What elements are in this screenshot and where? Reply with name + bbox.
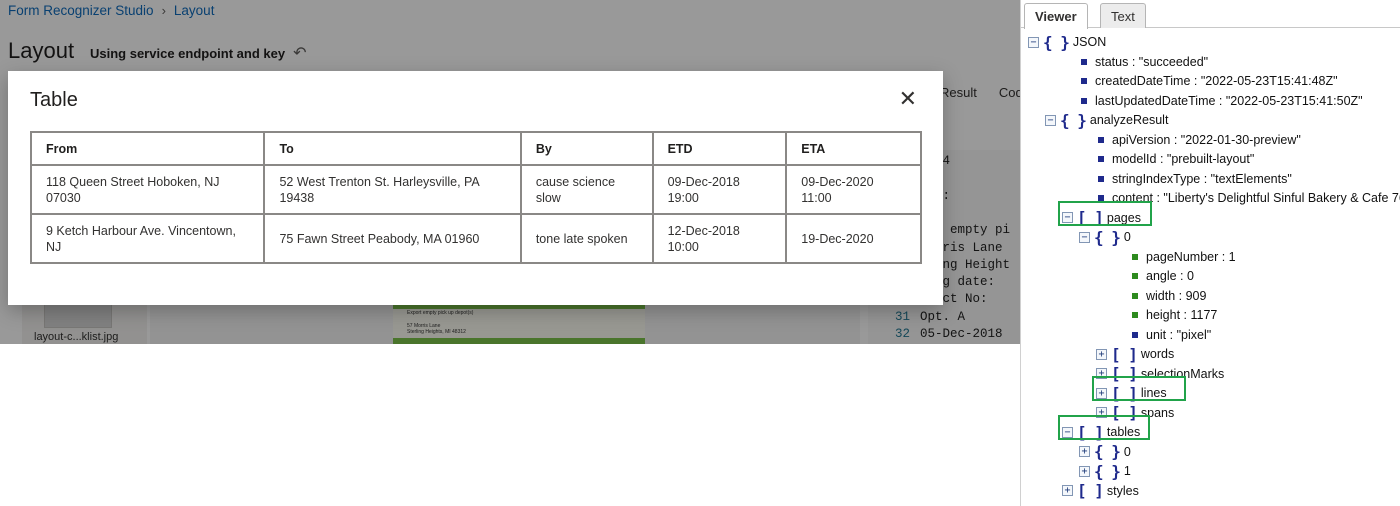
array-icon: [ ]	[1077, 481, 1104, 500]
extracted-table: From To By ETD ETA 118 Queen Street Hobo…	[29, 131, 922, 264]
tab-viewer[interactable]: Viewer	[1024, 3, 1088, 29]
tree-node-label: lastUpdatedDateTime : "2022-05-23T15:41:…	[1095, 93, 1363, 108]
tree-node-angle: angle : 0	[1128, 267, 1194, 285]
column-header: By	[519, 131, 654, 166]
tree-node-label: 0	[1123, 230, 1131, 244]
tree-node-json[interactable]: −{ } JSON	[1028, 32, 1107, 52]
highlight-box	[1092, 376, 1186, 401]
tree-node-1[interactable]: + { } 1	[1079, 461, 1131, 481]
property-icon	[1098, 136, 1104, 143]
property-icon	[1081, 58, 1087, 65]
tree-node-label: width : 909	[1146, 288, 1207, 303]
expand-icon[interactable]: +	[1079, 446, 1090, 457]
property-icon	[1081, 78, 1087, 84]
property-icon	[1098, 156, 1104, 162]
tree-node-styles[interactable]: + [ ] styles	[1062, 481, 1139, 500]
tree-node-label: height : 1177	[1146, 308, 1218, 322]
collapse-icon[interactable]: −	[1028, 36, 1039, 48]
close-icon[interactable]: ✕	[899, 88, 917, 110]
modal-title: Table	[30, 89, 78, 111]
table-header-row: From To By ETD ETA	[29, 131, 922, 166]
collapse-icon[interactable]: −	[1079, 231, 1090, 243]
tree-node-label: status : "succeeded"	[1095, 54, 1209, 69]
column-header: From	[29, 131, 266, 166]
tab-text[interactable]: Text	[1100, 3, 1146, 28]
tree-node-modelid: modelId : "prebuilt-layout"	[1094, 150, 1254, 168]
tree-node-label: apiVersion : "2022-01-30-preview"	[1112, 132, 1301, 147]
table-cell: 12-Dec-2018 10:00	[651, 213, 788, 264]
table-cell: cause science slow	[519, 164, 654, 215]
tree-node-label: JSON	[1072, 35, 1107, 49]
expand-icon[interactable]: +	[1096, 348, 1107, 360]
table-cell: 9 Ketch Harbour Ave. Vincentown, NJ	[29, 213, 266, 264]
table-cell: 19-Dec-2020	[785, 213, 922, 264]
column-header: To	[263, 131, 522, 166]
tree-node-label: content : "Liberty's Delightful Sinful B…	[1112, 191, 1400, 205]
tree-node-label: angle : 0	[1146, 269, 1194, 283]
tree-node-unit: unit : "pixel"	[1128, 326, 1211, 344]
tree-node-words[interactable]: + [ ] words	[1096, 344, 1175, 364]
table-cell: 118 Queen Street Hoboken, NJ 07030	[29, 164, 266, 215]
object-icon: { }	[1094, 461, 1121, 481]
tree-node-width: width : 909	[1128, 287, 1206, 305]
tree-node-createddatetime: createdDateTime : "2022-05-23T15:41:48Z"	[1077, 72, 1338, 90]
expand-icon[interactable]: +	[1062, 485, 1073, 496]
table-row: 118 Queen Street Hoboken, NJ 07030 52 We…	[29, 164, 922, 215]
array-icon: [ ]	[1111, 344, 1138, 364]
tree-node-label: 0	[1123, 444, 1131, 459]
tree-node-label: modelId : "prebuilt-layout"	[1112, 152, 1255, 166]
highlight-box	[1058, 200, 1152, 226]
property-icon	[1081, 97, 1087, 104]
highlight-box	[1058, 415, 1150, 440]
tree-node-lastupdateddatetime: lastUpdatedDateTime : "2022-05-23T15:41:…	[1077, 92, 1363, 110]
object-icon: { }	[1060, 110, 1087, 130]
property-icon	[1132, 292, 1138, 299]
tree-node-height: height : 1177	[1128, 306, 1217, 324]
json-viewer-panel: Viewer Text −{ } JSON status : "succeeded"…	[1020, 0, 1400, 506]
table-cell: 09-Dec-2020 11:00	[785, 164, 922, 215]
property-icon	[1132, 253, 1138, 260]
tree-node-status: status : "succeeded"	[1077, 53, 1208, 71]
tree-node-pagenumber: pageNumber : 1	[1128, 248, 1236, 266]
table-cell: tone late spoken	[519, 213, 654, 264]
object-icon: { }	[1043, 32, 1070, 52]
tree-node-label: stringIndexType : "textElements"	[1112, 171, 1292, 186]
tree-node-label: words	[1140, 347, 1175, 361]
tree-node-label: unit : "pixel"	[1146, 327, 1212, 342]
table-cell: 75 Fawn Street Peabody, MA 01960	[263, 213, 522, 264]
tree-node-label: analyzeResult	[1089, 113, 1169, 127]
object-icon: { }	[1094, 227, 1121, 247]
form-recognizer-app: Form Recognizer Studio › Layout Layout U…	[0, 0, 1020, 344]
property-icon	[1132, 312, 1138, 318]
viewer-tabs: Viewer Text	[1021, 0, 1400, 29]
object-icon: { }	[1094, 442, 1121, 461]
column-header: ETD	[651, 131, 788, 166]
property-icon	[1132, 273, 1138, 279]
tree-node-0[interactable]: −{ } 0	[1079, 227, 1131, 247]
property-icon	[1098, 175, 1104, 182]
table-cell: 09-Dec-2018 19:00	[651, 164, 788, 215]
table-modal: Table ✕ From To By ETD ETA 118 Queen Str…	[8, 71, 943, 305]
tree-node-analyzeresult[interactable]: −{ } analyzeResult	[1045, 110, 1169, 130]
table-row: 9 Ketch Harbour Ave. Vincentown, NJ 75 F…	[29, 213, 922, 264]
property-icon	[1132, 331, 1138, 338]
collapse-icon[interactable]: −	[1045, 114, 1056, 126]
table-cell: 52 West Trenton St. Harleysville, PA 194…	[263, 164, 522, 215]
tree-node-apiversion: apiVersion : "2022-01-30-preview"	[1094, 131, 1301, 149]
tree-node-stringindextype: stringIndexType : "textElements"	[1094, 170, 1292, 188]
expand-icon[interactable]: +	[1079, 465, 1090, 477]
tree-node-label: pageNumber : 1	[1146, 249, 1236, 264]
tree-node-label: 1	[1123, 464, 1131, 478]
tree-node-label: styles	[1106, 483, 1139, 498]
column-header: ETA	[785, 131, 922, 166]
tree-node-label: createdDateTime : "2022-05-23T15:41:48Z"	[1095, 74, 1338, 88]
tree-node-0[interactable]: + { } 0	[1079, 442, 1131, 461]
